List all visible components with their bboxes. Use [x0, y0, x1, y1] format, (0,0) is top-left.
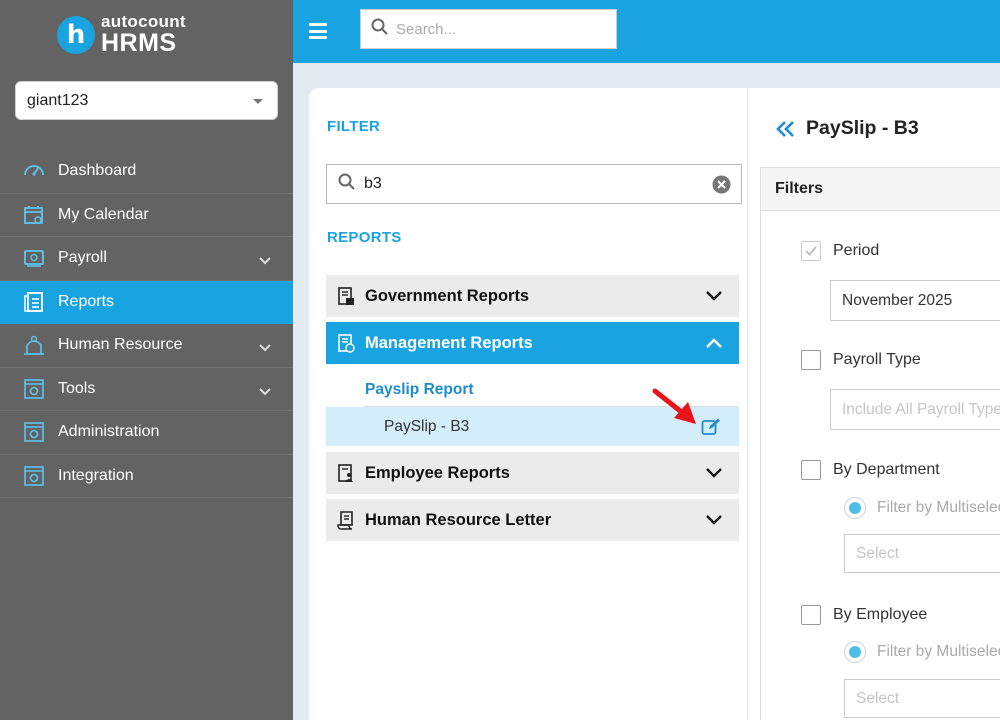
employee-radio-label: Filter by Multiselect [877, 643, 1000, 660]
menu-toggle-icon[interactable] [309, 23, 327, 39]
brand-name-bottom: HRMS [101, 29, 177, 57]
radio-button[interactable] [844, 497, 866, 519]
sidebar-item-label: Human Resource [58, 336, 183, 354]
report-group-employee[interactable]: Employee Reports [326, 452, 739, 494]
integration-icon [22, 464, 46, 488]
by-department-label: By Department [833, 461, 940, 478]
sidebar-item-administration[interactable]: Administration [0, 411, 293, 455]
dashboard-icon [22, 159, 46, 183]
chevron-down-icon [705, 288, 723, 307]
chevron-down-icon [705, 512, 723, 531]
search-icon [338, 173, 355, 195]
reports-heading: REPORTS [327, 229, 402, 246]
report-group-label: Management Reports [365, 333, 533, 352]
caret-down-icon [253, 99, 263, 104]
period-select-value: November 2025 [842, 291, 953, 309]
double-chevron-left-icon[interactable] [776, 120, 796, 143]
management-report-icon [336, 333, 356, 353]
calendar-icon [22, 203, 46, 227]
payroll-type-checkbox-row[interactable]: Payroll Type [801, 350, 921, 370]
sidebar-item-label: My Calendar [58, 205, 149, 223]
report-detail-panel: PaySlip - B3 Filters Period November 202… [748, 88, 1000, 720]
brand-mark: h [57, 15, 95, 54]
brand-logo[interactable]: h autocount HRMS [57, 13, 186, 56]
period-checkbox[interactable] [801, 241, 821, 261]
filters-card: Filters Period November 2025 Payroll Typ… [760, 167, 1000, 720]
sidebar: h autocount HRMS giant123 Dashboard My C… [0, 0, 293, 720]
annotation-arrow-icon [652, 386, 700, 433]
report-group-label: Employee Reports [365, 463, 510, 482]
sidebar-item-tools[interactable]: Tools [0, 368, 293, 411]
top-bar [293, 0, 1000, 63]
employee-select-placeholder: Select [856, 689, 900, 707]
report-group-hr-letter[interactable]: Human Resource Letter [326, 499, 739, 541]
clear-search-icon[interactable] [712, 175, 731, 199]
payroll-type-select[interactable]: Include All Payroll Type [830, 389, 1000, 430]
department-multiselect-radio[interactable]: Filter by Multiselect [844, 497, 1000, 519]
chevron-down-icon [705, 465, 723, 484]
sidebar-item-label: Integration [58, 466, 134, 484]
global-search[interactable] [360, 9, 617, 49]
administration-icon [22, 420, 46, 444]
letter-icon [336, 510, 356, 530]
chevron-down-icon [259, 252, 271, 270]
by-department-checkbox-row[interactable]: By Department [801, 460, 940, 480]
report-group-government[interactable]: Government Reports [326, 275, 739, 317]
payroll-type-label: Payroll Type [833, 351, 921, 368]
employee-multiselect-radio[interactable]: Filter by Multiselect [844, 641, 1000, 663]
department-select[interactable]: Select [844, 534, 1000, 573]
search-icon [371, 18, 388, 40]
sidebar-item-reports[interactable]: Reports [0, 280, 293, 324]
department-radio-label: Filter by Multiselect [877, 499, 1000, 516]
human-resource-icon [22, 333, 46, 357]
payroll-type-checkbox[interactable] [801, 350, 821, 370]
chevron-up-icon [705, 335, 723, 354]
radio-button[interactable] [844, 641, 866, 663]
by-employee-checkbox-row[interactable]: By Employee [801, 605, 927, 625]
company-select[interactable]: giant123 [15, 81, 278, 120]
report-search[interactable] [326, 164, 742, 204]
sidebar-item-label: Administration [58, 423, 160, 441]
chevron-down-icon [259, 383, 271, 401]
sidebar-item-integration[interactable]: Integration [0, 455, 293, 498]
sidebar-nav: Dashboard My Calendar Payroll Reports Hu… [0, 150, 293, 498]
report-group-label: Human Resource Letter [365, 510, 552, 529]
report-group-management[interactable]: Management Reports [326, 322, 739, 364]
chevron-down-icon [259, 339, 271, 357]
sidebar-item-label: Payroll [58, 249, 107, 267]
department-select-placeholder: Select [856, 544, 900, 562]
by-department-checkbox[interactable] [801, 460, 821, 480]
sidebar-item-payroll[interactable]: Payroll [0, 237, 293, 281]
reports-icon [22, 290, 46, 314]
employee-report-icon [336, 463, 356, 483]
sidebar-item-my-calendar[interactable]: My Calendar [0, 194, 293, 237]
period-label: Period [833, 242, 880, 259]
sidebar-item-dashboard[interactable]: Dashboard [0, 150, 293, 194]
brand-name-top: autocount [101, 12, 186, 31]
report-search-input[interactable] [364, 175, 694, 193]
period-checkbox-row[interactable]: Period [801, 241, 879, 261]
by-employee-checkbox[interactable] [801, 605, 821, 625]
report-item-label: PaySlip - B3 [384, 417, 470, 435]
tools-icon [22, 377, 46, 401]
sidebar-item-human-resource[interactable]: Human Resource [0, 324, 293, 368]
global-search-input[interactable] [396, 20, 596, 38]
edit-icon[interactable] [701, 417, 721, 441]
employee-select[interactable]: Select [844, 679, 1000, 718]
payroll-type-placeholder: Include All Payroll Type [842, 400, 1000, 418]
report-title: PaySlip - B3 [806, 117, 919, 139]
filter-heading: FILTER [327, 118, 381, 135]
filters-heading: Filters [761, 168, 1000, 211]
payslip-report-category: Payslip Report [365, 381, 474, 398]
payroll-icon [22, 246, 46, 270]
company-select-value: giant123 [27, 91, 89, 109]
sidebar-item-label: Dashboard [58, 162, 137, 180]
report-group-label: Government Reports [365, 286, 530, 305]
sidebar-item-label: Reports [58, 292, 115, 310]
sidebar-item-label: Tools [58, 379, 96, 397]
period-select[interactable]: November 2025 [830, 280, 1000, 321]
by-employee-label: By Employee [833, 606, 928, 623]
government-report-icon [336, 286, 356, 306]
